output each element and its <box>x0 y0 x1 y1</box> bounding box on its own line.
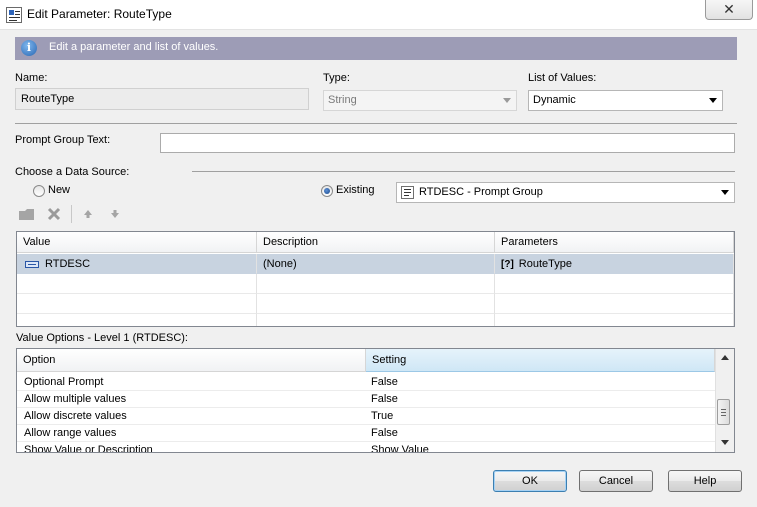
cancel-button[interactable]: Cancel <box>579 470 653 492</box>
column-header-description[interactable]: Description <box>257 232 495 253</box>
delete-icon <box>47 207 61 221</box>
window-title: Edit Parameter: RouteType <box>27 7 172 21</box>
table-row[interactable] <box>17 274 734 294</box>
value-cell: RTDESC <box>17 254 257 274</box>
divider <box>15 123 737 124</box>
column-header-option[interactable]: Option <box>17 349 366 372</box>
list-item[interactable]: Allow multiple values False <box>17 391 715 408</box>
prompt-group-icon <box>401 186 414 199</box>
type-value: String <box>328 94 357 106</box>
parameter-icon: [?] <box>501 259 514 270</box>
chevron-down-icon <box>503 98 511 103</box>
lov-dropdown[interactable]: Dynamic <box>528 90 723 111</box>
new-radio[interactable] <box>33 185 45 197</box>
table-row[interactable] <box>17 314 734 326</box>
value-options-title: Value Options - Level 1 (RTDESC): <box>16 332 188 344</box>
table-row[interactable] <box>17 294 734 314</box>
move-down-icon <box>111 210 119 218</box>
description-cell: (None) <box>257 254 495 274</box>
column-header-setting[interactable]: Setting <box>366 349 715 372</box>
close-button[interactable]: ✕ <box>705 0 753 20</box>
values-table[interactable]: Value Description Parameters RTDESC (Non… <box>16 231 735 327</box>
name-field: RouteType <box>15 88 309 110</box>
new-radio-label[interactable]: New <box>48 184 70 196</box>
chevron-down-icon <box>709 98 717 103</box>
close-icon: ✕ <box>723 1 735 17</box>
move-up-icon <box>84 210 92 218</box>
column-header-parameters[interactable]: Parameters <box>495 232 734 253</box>
table-row[interactable]: RTDESC (None) [?] RouteType <box>17 254 734 274</box>
edit-parameter-icon <box>6 7 22 23</box>
existing-radio[interactable] <box>321 185 333 197</box>
type-label: Type: <box>323 72 350 84</box>
toolbar-separator <box>71 205 72 223</box>
type-dropdown: String <box>323 90 517 111</box>
open-icon <box>19 209 34 220</box>
list-item[interactable]: Show Value or Description Show Value <box>17 442 715 452</box>
list-item[interactable]: Optional Prompt False <box>17 374 715 391</box>
title-bar: Edit Parameter: RouteType ✕ <box>0 0 757 30</box>
delete-button[interactable] <box>46 206 62 225</box>
list-item[interactable]: Allow discrete values True <box>17 408 715 425</box>
column-header-value[interactable]: Value <box>17 232 257 253</box>
name-label: Name: <box>15 72 48 84</box>
info-icon: i <box>21 40 37 56</box>
scroll-up-icon[interactable] <box>721 355 729 361</box>
divider <box>192 171 735 172</box>
existing-source-value: RTDESC - Prompt Group <box>419 186 543 198</box>
lov-label: List of Values: <box>528 72 597 84</box>
chevron-down-icon <box>721 190 729 195</box>
banner-text: Edit a parameter and list of values. <box>49 41 219 53</box>
lov-value: Dynamic <box>533 94 576 106</box>
move-down-button[interactable] <box>109 208 121 223</box>
info-banner: i Edit a parameter and list of values. <box>15 37 737 60</box>
existing-radio-label[interactable]: Existing <box>336 184 375 196</box>
prompt-group-input[interactable] <box>160 133 735 153</box>
field-icon <box>25 260 39 268</box>
scrollbar-thumb[interactable] <box>717 399 730 425</box>
existing-source-dropdown[interactable]: RTDESC - Prompt Group <box>396 182 735 203</box>
ok-button[interactable]: OK <box>493 470 567 492</box>
datasource-label: Choose a Data Source: <box>15 166 130 178</box>
help-button[interactable]: Help <box>668 470 742 492</box>
parameters-cell: [?] RouteType <box>495 254 734 274</box>
prompt-group-label: Prompt Group Text: <box>15 134 111 146</box>
vertical-scrollbar[interactable] <box>715 349 734 452</box>
open-button[interactable] <box>18 206 36 225</box>
value-options-table[interactable]: Option Setting Optional Prompt False All… <box>16 348 735 453</box>
scroll-down-icon[interactable] <box>721 440 729 446</box>
move-up-button[interactable] <box>82 208 94 223</box>
list-item[interactable]: Allow range values False <box>17 425 715 442</box>
